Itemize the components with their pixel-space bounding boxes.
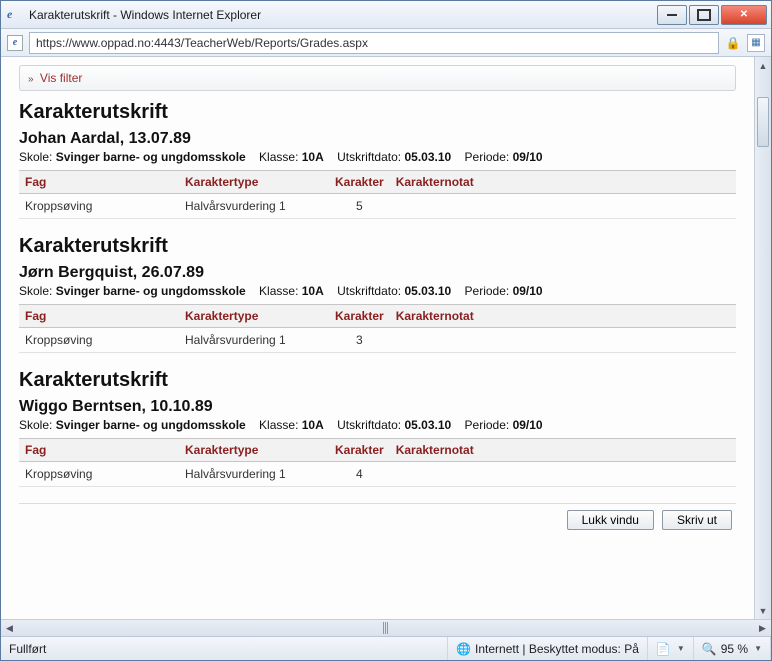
- minimize-button[interactable]: [657, 5, 687, 25]
- col-fag: Fag: [19, 439, 179, 462]
- zoom-value: 95 %: [721, 642, 748, 656]
- table-row: KroppsøvingHalvårsvurdering 13: [19, 328, 736, 353]
- col-karakter: Karakter: [329, 439, 390, 462]
- url-input[interactable]: https://www.oppad.no:4443/TeacherWeb/Rep…: [29, 32, 719, 54]
- status-left: Fullført: [1, 637, 448, 660]
- chevron-right-icon: »: [28, 74, 34, 85]
- col-karakternotat: Karakternotat: [390, 171, 736, 194]
- col-karakternotat: Karakternotat: [390, 439, 736, 462]
- col-karakter: Karakter: [329, 171, 390, 194]
- grades-table: FagKaraktertypeKarakterKarakternotatKrop…: [19, 438, 736, 487]
- dropdown-icon: ▼: [754, 644, 762, 653]
- print-button[interactable]: Skriv ut: [662, 510, 732, 530]
- student-meta: Skole: Svinger barne- og ungdomsskole Kl…: [19, 284, 736, 298]
- page-favicon-icon: e: [7, 35, 23, 51]
- security-zone[interactable]: 🌐 Internett | Beskyttet modus: På: [448, 637, 648, 660]
- cell: Halvårsvurdering 1: [179, 328, 329, 353]
- status-tools[interactable]: 📄▼: [648, 637, 694, 660]
- page-tools-icon: 📄: [656, 642, 671, 656]
- table-row: KroppsøvingHalvårsvurdering 15: [19, 194, 736, 219]
- cell: Halvårsvurdering 1: [179, 462, 329, 487]
- scroll-left-icon[interactable]: ◀: [1, 620, 18, 636]
- col-karaktertype: Karaktertype: [179, 171, 329, 194]
- reports-container: Karakterutskrift Johan Aardal, 13.07.89 Sk…: [19, 101, 736, 487]
- window-close-button[interactable]: [721, 5, 767, 25]
- scroll-down-icon[interactable]: ▼: [755, 602, 771, 619]
- url-text: https://www.oppad.no:4443/TeacherWeb/Rep…: [36, 36, 368, 50]
- titlebar: e Karakterutskrift - Windows Internet Ex…: [1, 1, 771, 29]
- status-text: Fullført: [9, 642, 46, 656]
- ie-favicon-icon: e: [7, 7, 23, 23]
- table-row: KroppsøvingHalvårsvurdering 14: [19, 462, 736, 487]
- scroll-up-icon[interactable]: ▲: [755, 57, 771, 74]
- student-meta: Skole: Svinger barne- og ungdomsskole Kl…: [19, 150, 736, 164]
- cell: Halvårsvurdering 1: [179, 194, 329, 219]
- zoom-control[interactable]: 🔍 95 % ▼: [694, 637, 771, 660]
- col-karaktertype: Karaktertype: [179, 305, 329, 328]
- cell: [390, 328, 736, 353]
- student-name: Johan Aardal, 13.07.89: [19, 130, 736, 148]
- compatibility-view-icon[interactable]: ▦: [747, 34, 765, 52]
- content-wrap: » Vis filter Karakterutskrift Johan Aarda…: [1, 57, 771, 619]
- student-meta: Skole: Svinger barne- og ungdomsskole Kl…: [19, 418, 736, 432]
- page-title: Karakterutskrift: [19, 235, 736, 258]
- horizontal-scrollbar[interactable]: ◀ ▶: [1, 619, 771, 636]
- status-bar: Fullført 🌐 Internett | Beskyttet modus: …: [1, 636, 771, 660]
- cell: 3: [329, 328, 390, 353]
- cell: Kroppsøving: [19, 194, 179, 219]
- close-window-button[interactable]: Lukk vindu: [567, 510, 654, 530]
- cell: 5: [329, 194, 390, 219]
- page-content: » Vis filter Karakterutskrift Johan Aarda…: [1, 57, 754, 619]
- student-name: Jørn Bergquist, 26.07.89: [19, 264, 736, 282]
- browser-window: e Karakterutskrift - Windows Internet Ex…: [0, 0, 772, 661]
- vertical-scrollbar[interactable]: ▲ ▼: [754, 57, 771, 619]
- cell: Kroppsøving: [19, 462, 179, 487]
- col-karakter: Karakter: [329, 305, 390, 328]
- col-karaktertype: Karaktertype: [179, 439, 329, 462]
- scroll-thumb[interactable]: [757, 97, 769, 147]
- zoom-icon: 🔍: [702, 642, 717, 656]
- button-row: Lukk vindu Skriv ut: [19, 503, 736, 536]
- scroll-right-icon[interactable]: ▶: [754, 620, 771, 636]
- globe-icon: 🌐: [456, 642, 471, 656]
- col-fag: Fag: [19, 171, 179, 194]
- cell: 4: [329, 462, 390, 487]
- grades-table: FagKaraktertypeKarakterKarakternotatKrop…: [19, 170, 736, 219]
- show-filter-link[interactable]: Vis filter: [40, 71, 82, 85]
- col-karakternotat: Karakternotat: [390, 305, 736, 328]
- cell: [390, 462, 736, 487]
- report-section: Karakterutskrift Johan Aardal, 13.07.89 Sk…: [19, 101, 736, 219]
- page-title: Karakterutskrift: [19, 369, 736, 392]
- hscroll-grip-icon: [383, 622, 389, 634]
- page-title: Karakterutskrift: [19, 101, 736, 124]
- window-controls: [655, 5, 767, 25]
- lock-icon[interactable]: 🔒: [725, 35, 741, 51]
- report-section: Karakterutskrift Jørn Bergquist, 26.07.89…: [19, 235, 736, 353]
- report-section: Karakterutskrift Wiggo Berntsen, 10.10.89…: [19, 369, 736, 487]
- window-title: Karakterutskrift - Windows Internet Expl…: [29, 8, 655, 22]
- maximize-button[interactable]: [689, 5, 719, 25]
- address-bar: e https://www.oppad.no:4443/TeacherWeb/R…: [1, 29, 771, 57]
- cell: Kroppsøving: [19, 328, 179, 353]
- filter-bar[interactable]: » Vis filter: [19, 65, 736, 91]
- student-name: Wiggo Berntsen, 10.10.89: [19, 398, 736, 416]
- zone-text: Internett | Beskyttet modus: På: [475, 642, 639, 656]
- dropdown-icon: ▼: [677, 644, 685, 653]
- grades-table: FagKaraktertypeKarakterKarakternotatKrop…: [19, 304, 736, 353]
- col-fag: Fag: [19, 305, 179, 328]
- cell: [390, 194, 736, 219]
- hscroll-track[interactable]: [18, 620, 754, 636]
